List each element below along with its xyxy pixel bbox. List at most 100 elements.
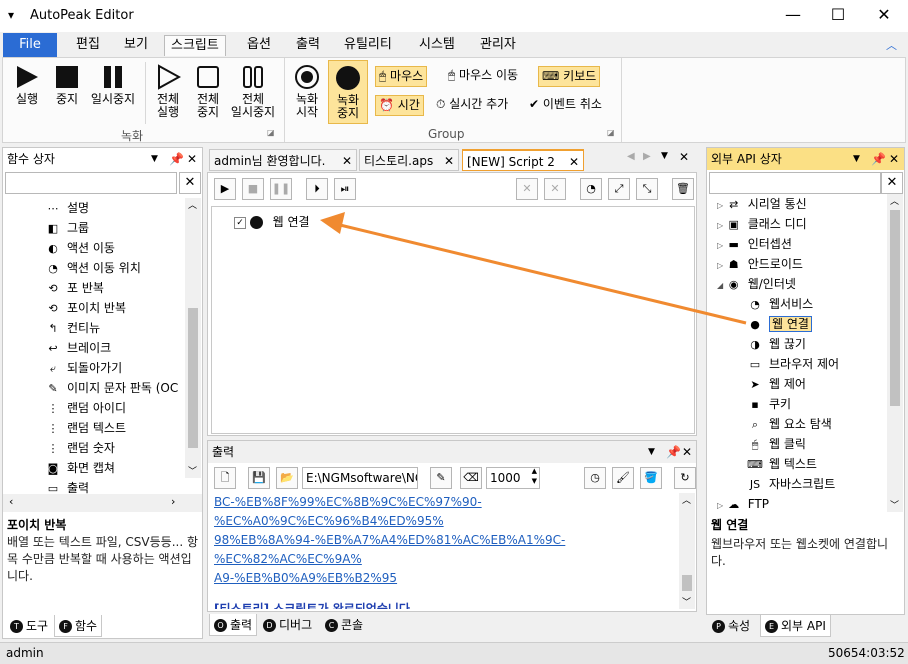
new-output-button[interactable]: 🗋 bbox=[214, 467, 236, 489]
stepper-icon[interactable]: ▲ ▼ bbox=[532, 466, 537, 486]
stop-script-button[interactable]: ■ bbox=[242, 178, 264, 200]
function-item-group[interactable]: ◧ 그룹 bbox=[3, 218, 185, 238]
api-item-web-connect[interactable]: ● 웹 연결 bbox=[707, 314, 887, 334]
menu-options[interactable]: 옵션 bbox=[241, 35, 277, 56]
api-item-serial[interactable]: ▷ ⇄ 시리얼 통신 bbox=[707, 194, 887, 214]
fill-button[interactable]: 🪣 bbox=[640, 467, 662, 489]
tab-list-icon[interactable]: ▼ bbox=[661, 151, 668, 161]
doc-tab-script2[interactable]: [NEW] Script 2 ✕ bbox=[462, 149, 584, 171]
api-item-ftp[interactable]: ▷ ☁ FTP bbox=[707, 494, 887, 512]
maximize-button[interactable]: ☐ bbox=[815, 0, 861, 32]
erase-button[interactable]: ⌫ bbox=[460, 467, 482, 489]
record-start-button[interactable]: 녹화 시작 bbox=[289, 64, 325, 119]
dialog-launcher-icon[interactable]: ◪ bbox=[267, 128, 275, 137]
run-all-button[interactable]: 전체 실행 bbox=[149, 64, 187, 119]
api-item-web-click[interactable]: 🖱 웹 클릭 bbox=[707, 434, 887, 454]
remove-button[interactable]: ✕ bbox=[516, 178, 538, 200]
pin-icon[interactable]: 📌 bbox=[666, 441, 681, 463]
menu-utility[interactable]: 유틸리티 bbox=[338, 35, 398, 56]
close-icon[interactable]: ✕ bbox=[682, 441, 692, 463]
step-into-button[interactable]: ⏯ bbox=[334, 178, 356, 200]
run-script-button[interactable]: ▶ bbox=[214, 178, 236, 200]
api-item-web-internet[interactable]: ◢ ◉ 웹/인터넷 bbox=[707, 274, 887, 294]
function-item-action-move-position[interactable]: ◔ 액션 이동 위치 bbox=[3, 258, 185, 278]
api-item-web-disconnect[interactable]: ◑ 웹 끊기 bbox=[707, 334, 887, 354]
output-scrollbar[interactable]: ︿ ﹀ bbox=[679, 493, 695, 609]
timer-button[interactable]: ◷ bbox=[584, 467, 606, 489]
expand-icon[interactable]: ▷ bbox=[717, 501, 726, 510]
function-item-for-loop[interactable]: ⟲ 포 반복 bbox=[3, 278, 185, 298]
tab-debug[interactable]: D 디버그 bbox=[259, 614, 316, 636]
minimize-button[interactable]: — bbox=[770, 0, 816, 32]
script-row-web-connect[interactable]: ✓ 웹 연결 bbox=[234, 213, 310, 231]
api-search-input[interactable] bbox=[709, 172, 881, 194]
mouse-toggle[interactable]: 🖱 마우스 bbox=[375, 66, 428, 87]
pause-button[interactable]: 일시중지 bbox=[87, 64, 139, 106]
row-checkbox[interactable]: ✓ bbox=[234, 216, 246, 229]
vertical-scrollbar[interactable]: ︿ ﹀ bbox=[185, 198, 201, 478]
tab-external-api[interactable]: E 외부 API bbox=[760, 615, 831, 637]
tab-functions[interactable]: F 함수 bbox=[54, 615, 103, 637]
menu-view[interactable]: 보기 bbox=[118, 35, 154, 56]
function-item-screen-capture[interactable]: ◙ 화면 캡쳐 bbox=[3, 458, 185, 478]
expand-icon[interactable]: ▷ bbox=[717, 201, 726, 210]
api-item-browser-control[interactable]: ▭ 브라우저 제어 bbox=[707, 354, 887, 374]
save-output-button[interactable]: 💾 bbox=[248, 467, 270, 489]
function-item-note[interactable]: ⋯ 설명 bbox=[3, 198, 185, 218]
log-link-line[interactable]: A9-%EB%B0%A9%EB%B2%95 bbox=[214, 569, 676, 588]
realtime-add-toggle[interactable]: ⏱ 실시간 추가 bbox=[433, 95, 511, 116]
brush-button[interactable]: 🖌 bbox=[612, 467, 634, 489]
close-tab-icon[interactable]: ✕ bbox=[342, 150, 352, 172]
close-button[interactable]: ✕ bbox=[861, 0, 907, 32]
clear-search-button[interactable]: ✕ bbox=[881, 172, 903, 194]
api-item-android[interactable]: ▷ ☗ 안드로이드 bbox=[707, 254, 887, 274]
menu-script[interactable]: 스크립트 bbox=[164, 35, 226, 56]
step-button[interactable]: ⏵ bbox=[306, 178, 328, 200]
expand-icon[interactable]: ▷ bbox=[717, 221, 726, 230]
mouse-move-toggle[interactable]: 🖱 마우스 이동 bbox=[445, 66, 521, 87]
pause-script-button[interactable]: ❚❚ bbox=[270, 178, 292, 200]
pin-icon[interactable]: 📌 bbox=[871, 148, 886, 170]
delete-button[interactable]: 🗑 bbox=[672, 178, 694, 200]
tab-console[interactable]: C 콘솔 bbox=[321, 614, 367, 636]
function-search-input[interactable] bbox=[5, 172, 177, 194]
dropdown-icon[interactable]: ▼ bbox=[151, 148, 158, 170]
tab-output[interactable]: O 출력 bbox=[209, 614, 258, 636]
doc-tab-welcome[interactable]: admin님 환영합니다. ✕ bbox=[209, 149, 357, 171]
api-item-web-control[interactable]: ➤ 웹 제어 bbox=[707, 374, 887, 394]
close-all-icon[interactable]: ✕ bbox=[679, 150, 689, 164]
function-item-ocr[interactable]: ✎ 이미지 문자 판독 (OC bbox=[3, 378, 185, 398]
expand-button[interactable]: ⤢ bbox=[608, 178, 630, 200]
close-icon[interactable]: ✕ bbox=[187, 148, 197, 170]
remove-all-button[interactable]: ✕ bbox=[544, 178, 566, 200]
api-item-interception[interactable]: ▷ ▬ 인터셉션 bbox=[707, 234, 887, 254]
function-item-random-number[interactable]: ⋮ 랜덤 숫자 bbox=[3, 438, 185, 458]
menu-file[interactable]: File bbox=[3, 33, 57, 57]
api-item-javascript[interactable]: JS 자바스크립트 bbox=[707, 474, 887, 494]
record-stop-button[interactable]: 녹화 중지 bbox=[328, 60, 368, 124]
tab-nav-left-icon[interactable]: ◀ bbox=[627, 151, 635, 162]
close-icon[interactable]: ✕ bbox=[889, 148, 899, 170]
history-button[interactable]: ◔ bbox=[580, 178, 602, 200]
dropdown-icon[interactable]: ▼ bbox=[853, 148, 860, 170]
clean-button[interactable]: ✎ bbox=[430, 467, 452, 489]
api-item-web-service[interactable]: ◔ 웹서비스 bbox=[707, 294, 887, 314]
dropdown-icon[interactable]: ▼ bbox=[648, 441, 655, 463]
api-item-class-dd[interactable]: ▷ ▣ 클래스 디디 bbox=[707, 214, 887, 234]
function-item-foreach-loop[interactable]: ⟲ 포이치 반복 bbox=[3, 298, 185, 318]
vertical-scrollbar[interactable]: ︿ ﹀ bbox=[887, 194, 903, 512]
collapse-ribbon-icon[interactable]: ︿ bbox=[886, 37, 897, 53]
pin-icon[interactable]: 📌 bbox=[169, 148, 184, 170]
menu-output[interactable]: 출력 bbox=[290, 35, 326, 56]
stop-button[interactable]: 중지 bbox=[49, 64, 85, 106]
function-item-random-text[interactable]: ⋮ 랜덤 텍스트 bbox=[3, 418, 185, 438]
clear-search-button[interactable]: ✕ bbox=[179, 172, 201, 194]
app-menu-icon[interactable]: ▾ bbox=[8, 8, 14, 22]
api-item-web-text[interactable]: ⌨ 웹 텍스트 bbox=[707, 454, 887, 474]
time-toggle[interactable]: ⏰ 시간 bbox=[375, 95, 424, 116]
scroll-thumb[interactable] bbox=[188, 308, 198, 448]
close-tab-icon[interactable]: ✕ bbox=[444, 150, 454, 172]
horizontal-scrollbar[interactable]: ‹ › bbox=[3, 494, 202, 512]
scroll-thumb[interactable] bbox=[890, 210, 900, 406]
log-link-line[interactable]: BC-%EB%8F%99%EC%8B%9C%EC%97%90-%EC%A0%9C… bbox=[214, 493, 676, 531]
